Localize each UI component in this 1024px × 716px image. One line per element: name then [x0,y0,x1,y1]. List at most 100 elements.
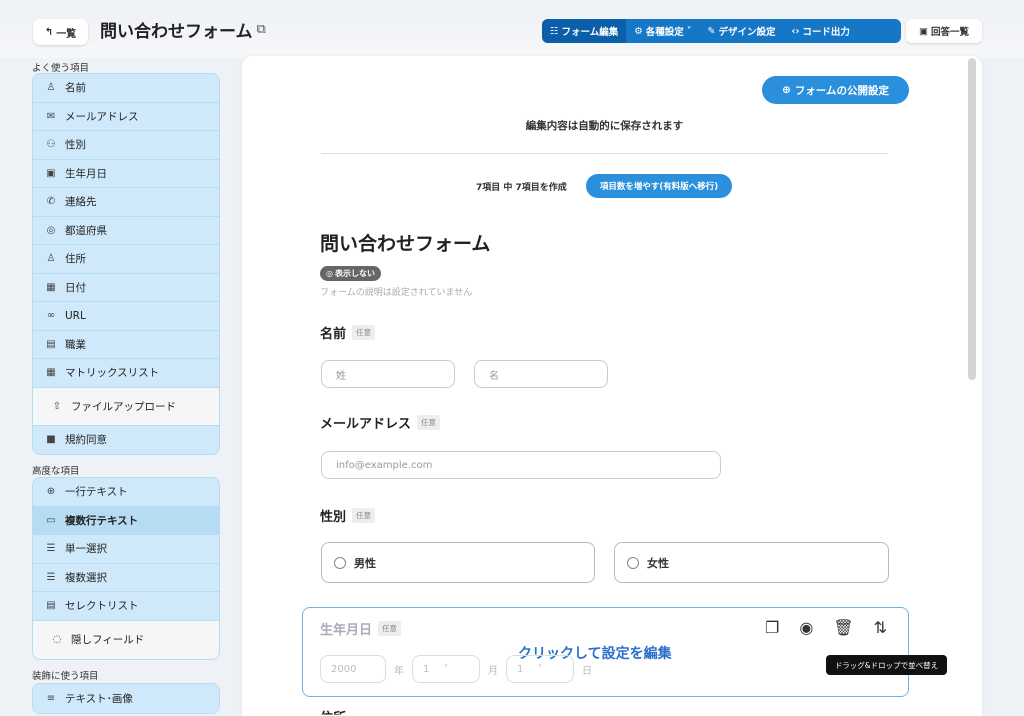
sidebar-item-label: テキスト･画像 [65,692,133,705]
back-arrow-icon: ↰ [44,26,54,38]
hidden-badge-label: 表示しない [334,269,375,278]
sidebar-item-name[interactable]: ♙ 名前 [33,74,219,103]
tab-form-edit[interactable]: ☷ フォーム編集 [542,19,627,43]
autosave-notice: 編集内容は自動的に保存されます [525,120,684,132]
copy-icon[interactable]: ❐ [765,618,779,637]
field-count: 7項目 中 7項目を作成 [476,183,567,193]
sidebar-item-select-list[interactable]: ▤ セレクトリスト [33,592,219,621]
tab-label: デザイン設定 [718,27,776,38]
sidebar-item-single-line-text[interactable]: ⊕ 一行テキスト [33,478,219,507]
sidebar-item-label: 都道府県 [65,224,107,237]
sidebar-item-prefecture[interactable]: ◎ 都道府県 [33,216,219,245]
field-palette-sidebar: よく使う項目 ♙ 名前 ✉ メールアドレス ⚇ 性別 ▣ 生年月日 ✆ 連絡先 ◎ 都道府県… [0,58,230,716]
sidebar-item-single-choice[interactable]: ☰ 単一選択 [33,535,219,564]
mail-icon: ✉ [46,110,56,122]
trash-icon[interactable]: 🗑 [833,618,853,637]
page-title-wrap: 問い合わせフォーム ⧉ [100,17,266,42]
calendar-icon: ▣ [46,167,56,179]
sidebar-item-hidden-field[interactable]: ◌ 隠しフィールド [33,620,219,659]
month-select[interactable]: 1 ˅ [412,655,480,683]
sidebar-item-file-upload[interactable]: ⇧ ファイルアップロード [33,387,219,426]
eye-icon[interactable]: ◉ [799,618,813,637]
sidebar-item-label: 複数行テキスト [65,514,139,527]
gender-option-male[interactable]: 男性 [321,542,595,583]
sidebar-item-email[interactable]: ✉ メールアドレス [33,102,219,131]
answers-list-button[interactable]: ▣ 回答一覧 [906,19,982,43]
textarea-icon: ▭ [46,514,56,526]
sidebar-item-address[interactable]: ♙ 住所 [33,245,219,274]
text-line-icon: ⊕ [46,486,56,498]
month-unit: 月 [488,665,498,677]
app-header: ↰ 一覧 問い合わせフォーム ⧉ ☷ フォーム編集 ⚙ 各種設定 ˅ ✎ デザイ… [0,0,1024,58]
year-unit: 年 [394,665,404,677]
sidebar-item-label: ファイルアップロード [71,400,176,413]
radio-label: 男性 [354,556,376,570]
upgrade-button[interactable]: 項目数を増やす(有料版へ移行) [586,174,732,198]
external-link-icon[interactable]: ⧉ [257,22,266,37]
year-input[interactable]: 2000 [320,655,386,683]
divider [321,153,888,154]
tab-design[interactable]: ✎ デザイン設定 [700,19,784,43]
sidebar-item-label: 単一選択 [65,543,107,556]
form-title[interactable]: 問い合わせフォーム [320,229,490,256]
day-value: 1 [517,663,524,675]
year-placeholder: 2000 [331,663,357,675]
sidebar-item-contact[interactable]: ✆ 連絡先 [33,188,219,217]
scrollbar-thumb[interactable] [968,58,976,380]
tab-code-output[interactable]: ‹› コード出力 [784,19,858,43]
sidebar-item-label: 一行テキスト [65,486,128,499]
pen-icon: ✎ [707,25,716,37]
drag-drop-tooltip: ドラッグ&ドロップで並べ替え [826,655,947,675]
sidebar-item-birthday[interactable]: ▣ 生年月日 [33,159,219,188]
chevron-down-icon: ˅ [686,25,692,37]
clipboard-icon: ▣ [919,25,928,37]
email-input[interactable]: info@example.com [321,451,721,479]
radio-list-icon: ☰ [46,543,56,555]
tab-label: フォーム編集 [561,27,619,38]
gender-option-female[interactable]: 女性 [614,542,889,583]
sidebar-item-occupation[interactable]: ▤ 職業 [33,330,219,359]
sidebar-item-multi-line-text[interactable]: ▭ 複数行テキスト [33,506,219,535]
back-to-list-button[interactable]: ↰ 一覧 [33,19,88,45]
sidebar-item-gender[interactable]: ⚇ 性別 [33,131,219,160]
sidebar-item-date[interactable]: ▦ 日付 [33,273,219,302]
form-description[interactable]: フォームの説明は設定されていません [320,285,472,298]
check-list-icon: ☰ [46,571,56,583]
page-title: 問い合わせフォーム [100,22,253,42]
sidebar-item-label: 生年月日 [65,167,107,180]
code-icon: ‹› [791,25,800,37]
sidebar-item-label: 連絡先 [65,196,97,209]
day-select[interactable]: 1 ˅ [506,655,574,683]
back-label: 一覧 [56,28,77,40]
people-icon: ⚇ [46,139,56,151]
badge-icon: ▤ [46,338,56,350]
birthday-inputs: 2000 年 1 ˅ 月 1 ˅ 日 [320,655,592,683]
sidebar-item-label: URL [65,309,86,322]
sidebar-item-terms-agreement[interactable]: ■ 規約同意 [33,425,219,454]
optional-badge: 任意 [352,508,376,523]
radio-circle-icon [334,556,346,569]
sidebar-item-url[interactable]: ∞ URL [33,302,219,331]
tab-label: 各種設定 [645,27,684,38]
radio-label: 女性 [647,556,669,570]
hidden-badge[interactable]: ◎ 表示しない [320,266,381,281]
publish-settings-button[interactable]: ⊕ フォームの公開設定 [762,76,909,104]
sidebar-item-label: 規約同意 [65,434,107,447]
section-label-common: よく使う項目 [32,63,90,74]
first-name-input[interactable]: 名 [474,360,608,388]
section-label-decor: 装飾に使う項目 [32,671,99,682]
sidebar-item-label: 性別 [65,139,86,152]
sidebar-item-text-image[interactable]: ≡ テキスト･画像 [33,684,219,713]
sidebar-item-multiple-choice[interactable]: ☰ 複数選択 [33,563,219,592]
home-person-icon: ♙ [46,253,56,265]
tab-settings[interactable]: ⚙ 各種設定 ˅ [626,19,699,43]
eye-off-icon: ◎ [326,269,333,278]
field-label-email: メールアドレス 任意 [320,413,441,432]
pin-icon: ◎ [46,224,56,236]
optional-badge: 任意 [352,325,376,340]
last-name-input[interactable]: 姓 [321,360,455,388]
field-label-text: メールアドレス [320,417,412,432]
sort-icon[interactable]: ⇅ [874,618,887,637]
sidebar-item-matrix-list[interactable]: ▦ マトリックスリスト [33,359,219,388]
field-label-gender: 性別 任意 [320,506,376,525]
